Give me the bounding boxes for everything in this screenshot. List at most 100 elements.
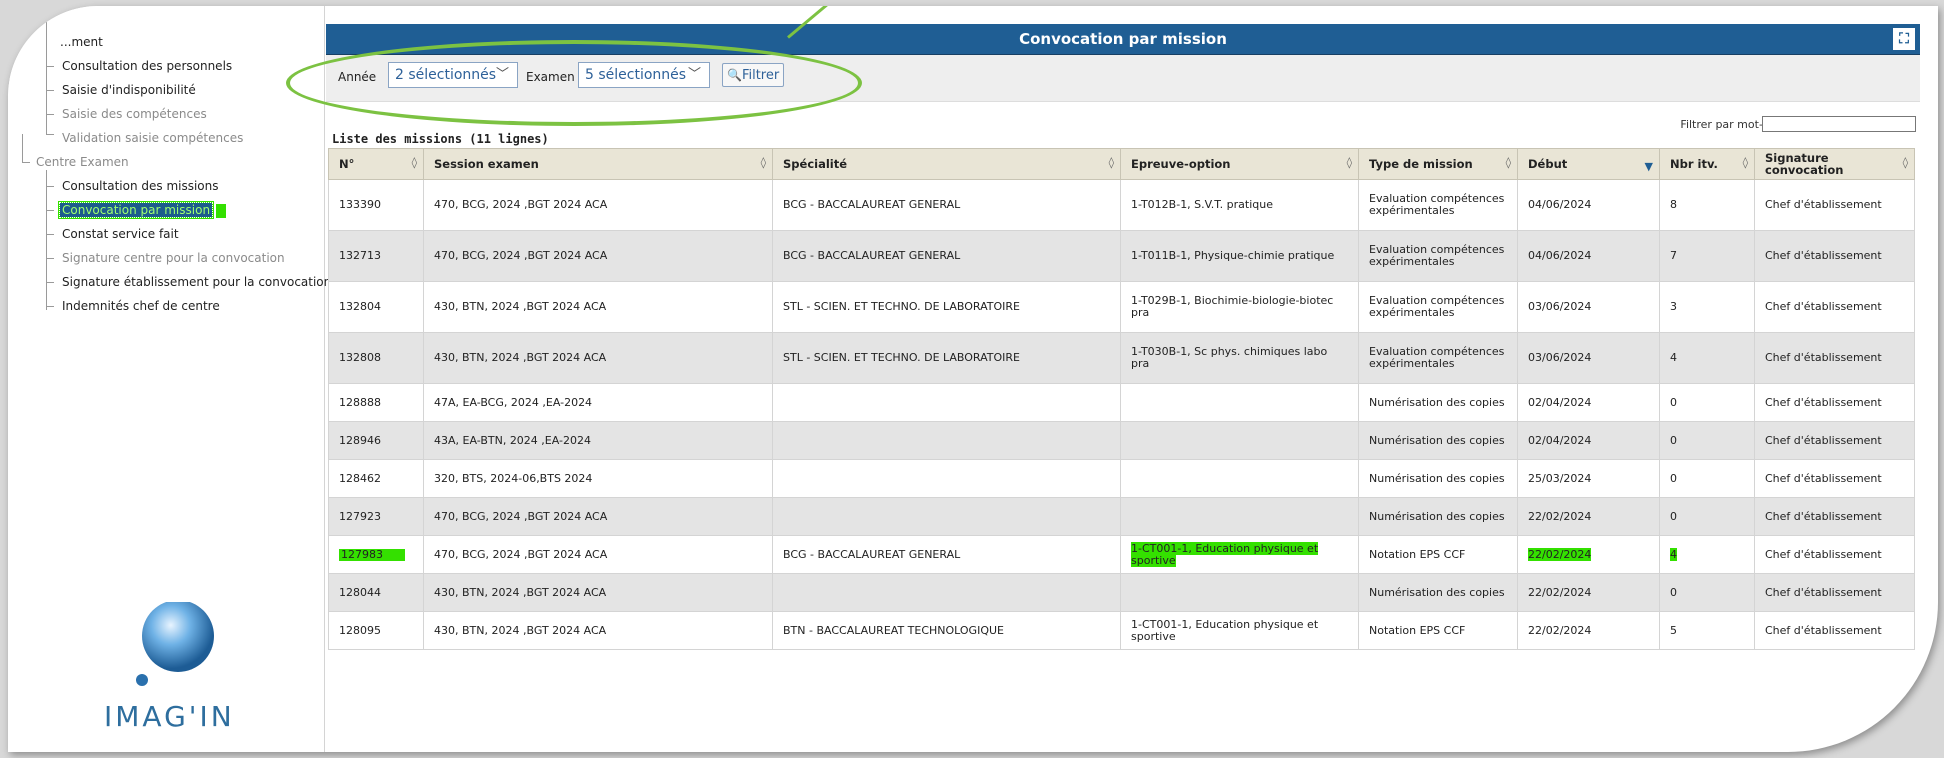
col-header-epreuve[interactable]: Epreuve-option ◊ xyxy=(1120,148,1359,180)
table-cell xyxy=(1120,497,1359,536)
table-cell xyxy=(772,573,1121,612)
table-cell: 43A, EA-BTN, 2024 ,EA-2024 xyxy=(423,421,773,460)
table-row[interactable]: 132713 470, BCG, 2024 ,BGT 2024 ACA BCG - … xyxy=(328,230,1915,282)
cell-text: 0 xyxy=(1670,433,1677,447)
table-cell: 0 xyxy=(1659,573,1755,612)
cell-text: Chef d'établissement xyxy=(1765,623,1882,637)
table-cell: 04/06/2024 xyxy=(1517,179,1660,231)
table-cell: STL - SCIEN. ET TECHNO. DE LABORATOIRE xyxy=(772,281,1121,333)
sort-icon: ◊ xyxy=(1902,156,1908,169)
sidebar-item-saisie-competences[interactable]: Saisie des compétences xyxy=(62,106,207,122)
sidebar-item-saisie-indisponibilite[interactable]: Saisie d'indisponibilité xyxy=(62,82,196,98)
cell-text: Numérisation des copies xyxy=(1369,433,1505,447)
sidebar-item-consultation-missions[interactable]: Consultation des missions xyxy=(62,178,219,194)
cell-text: Chef d'établissement xyxy=(1765,249,1882,262)
table-cell: 133390 xyxy=(328,179,424,231)
table-cell: Numérisation des copies xyxy=(1358,383,1518,422)
sidebar-item-signature-centre[interactable]: Signature centre pour la convocation xyxy=(62,250,285,266)
table-cell: Chef d'établissement xyxy=(1754,573,1915,612)
sidebar-item-convocation-mission[interactable]: Convocation par mission xyxy=(58,202,226,218)
cell-text: 430, BTN, 2024 ,BGT 2024 ACA xyxy=(434,351,607,364)
cell-text: 3 xyxy=(1670,300,1677,313)
table-cell: 127923 xyxy=(328,497,424,536)
cell-text: 128946 xyxy=(339,433,381,447)
cell-text: 127923 xyxy=(339,509,381,523)
table-cell: Numérisation des copies xyxy=(1358,573,1518,612)
examen-value: 5 sélectionnés xyxy=(585,67,687,83)
col-header-type[interactable]: Type de mission ◊ xyxy=(1358,148,1518,180)
cell-text: 22/02/2024 xyxy=(1528,547,1592,561)
annee-label: Année xyxy=(338,70,377,84)
cell-text: 47A, EA-BCG, 2024 ,EA-2024 xyxy=(434,395,593,409)
cell-text: 4 xyxy=(1670,351,1677,364)
sidebar-item-constat-service[interactable]: Constat service fait xyxy=(62,226,179,242)
col-header-debut[interactable]: Début ▼ xyxy=(1517,148,1660,180)
cell-text: Numérisation des copies xyxy=(1369,509,1505,523)
cell-text: Chef d'établissement xyxy=(1765,395,1882,409)
cell-text: Numérisation des copies xyxy=(1369,395,1505,409)
table-cell: 02/04/2024 xyxy=(1517,383,1660,422)
table-row[interactable]: 128044 430, BTN, 2024 ,BGT 2024 ACA Numéri… xyxy=(328,573,1915,612)
tree-line xyxy=(46,114,54,115)
sidebar-item-signature-etablissement[interactable]: Signature établissement pour la convocat… xyxy=(62,274,331,290)
table-cell: 1-T030B-1, Sc phys. chimiques labo pra xyxy=(1120,332,1359,384)
sort-icon: ◊ xyxy=(1742,156,1748,169)
table-cell: 1-T029B-1, Biochimie-biologie-biotec pra xyxy=(1120,281,1359,333)
table-row[interactable]: 132804 430, BTN, 2024 ,BGT 2024 ACA STL - … xyxy=(328,281,1915,333)
table-row[interactable]: 128095 430, BTN, 2024 ,BGT 2024 ACA BTN - … xyxy=(328,611,1915,650)
table-row[interactable]: 132808 430, BTN, 2024 ,BGT 2024 ACA STL - … xyxy=(328,332,1915,384)
table-cell: 1-T012B-1, S.V.T. pratique xyxy=(1120,179,1359,231)
table-cell: 03/06/2024 xyxy=(1517,332,1660,384)
table-cell: STL - SCIEN. ET TECHNO. DE LABORATOIRE xyxy=(772,332,1121,384)
cell-text: 128095 xyxy=(339,623,381,637)
cell-text: Chef d'établissement xyxy=(1765,300,1882,313)
search-icon: 🔍 xyxy=(727,68,742,82)
table-cell: BCG - BACCALAUREAT GENERAL xyxy=(772,535,1121,574)
table-row[interactable]: 127923 470, BCG, 2024 ,BGT 2024 ACA Numéri… xyxy=(328,497,1915,536)
cell-text: Evaluation compétences expérimentales xyxy=(1369,345,1505,370)
examen-select[interactable]: 5 sélectionnés ﹀ xyxy=(578,62,710,88)
cell-text: 133390 xyxy=(339,198,381,211)
cell-text: 02/04/2024 xyxy=(1528,433,1592,447)
table-cell: 128946 xyxy=(328,421,424,460)
sidebar-item-indemnites[interactable]: Indemnités chef de centre xyxy=(62,298,220,314)
annee-select[interactable]: 2 sélectionnés ﹀ xyxy=(388,62,518,88)
keyword-filter-input[interactable] xyxy=(1762,116,1916,132)
expand-icon[interactable]: ⛶ xyxy=(1892,27,1916,51)
cell-text: 470, BCG, 2024 ,BGT 2024 ACA xyxy=(434,547,608,561)
sidebar-item-truncated[interactable]: ...ment xyxy=(60,34,103,50)
examen-label: Examen xyxy=(526,70,575,84)
cell-text: BCG - BACCALAUREAT GENERAL xyxy=(783,198,961,211)
sidebar-group-centre-examen[interactable]: Centre Examen xyxy=(36,154,129,170)
table-cell: Evaluation compétences expérimentales xyxy=(1358,230,1518,282)
table-cell: 430, BTN, 2024 ,BGT 2024 ACA xyxy=(423,332,773,384)
table-row[interactable]: 128888 47A, EA-BCG, 2024 ,EA-2024 Numérisa… xyxy=(328,383,1915,422)
cell-text: Numérisation des copies xyxy=(1369,471,1505,485)
tree-line xyxy=(46,186,54,187)
window-frame: ...ment Consultation des personnels Sais… xyxy=(8,6,1938,752)
filter-button[interactable]: 🔍Filtrer xyxy=(722,63,785,87)
col-header-session[interactable]: Session examen ◊ xyxy=(423,148,773,180)
tree-line xyxy=(46,234,54,235)
col-header-signature[interactable]: Signature convocation ◊ xyxy=(1754,148,1915,180)
cell-text: Evaluation compétences expérimentales xyxy=(1369,192,1505,217)
table-row[interactable]: 127983 470, BCG, 2024 ,BGT 2024 ACA BCG - … xyxy=(328,535,1915,574)
main-panel: Convocation par mission ⛶ Année 2 sélect… xyxy=(326,24,1920,752)
cell-text: 8 xyxy=(1670,198,1677,211)
sidebar-item-validation-competences[interactable]: Validation saisie compétences xyxy=(62,130,243,146)
table-cell: 128095 xyxy=(328,611,424,650)
col-header-specialite[interactable]: Spécialité ◊ xyxy=(772,148,1121,180)
table-row[interactable]: 128462 320, BTS, 2024-06,BTS 2024 Numérisa… xyxy=(328,459,1915,498)
col-header-numero[interactable]: N° ◊ xyxy=(328,148,424,180)
tree-line xyxy=(46,134,54,135)
table-row[interactable]: 128946 43A, EA-BTN, 2024 ,EA-2024 Numérisa… xyxy=(328,421,1915,460)
annee-value: 2 sélectionnés xyxy=(395,67,497,83)
cell-text: 127983 xyxy=(339,548,405,561)
table-cell: 1-T011B-1, Physique-chimie pratique xyxy=(1120,230,1359,282)
table-row[interactable]: 133390 470, BCG, 2024 ,BGT 2024 ACA BCG - … xyxy=(328,179,1915,231)
table-cell xyxy=(772,421,1121,460)
cell-text: 470, BCG, 2024 ,BGT 2024 ACA xyxy=(434,509,608,523)
sidebar-item-consultation-personnels[interactable]: Consultation des personnels xyxy=(62,58,232,74)
table-cell: 47A, EA-BCG, 2024 ,EA-2024 xyxy=(423,383,773,422)
col-header-nbr-itv[interactable]: Nbr itv. ◊ xyxy=(1659,148,1755,180)
